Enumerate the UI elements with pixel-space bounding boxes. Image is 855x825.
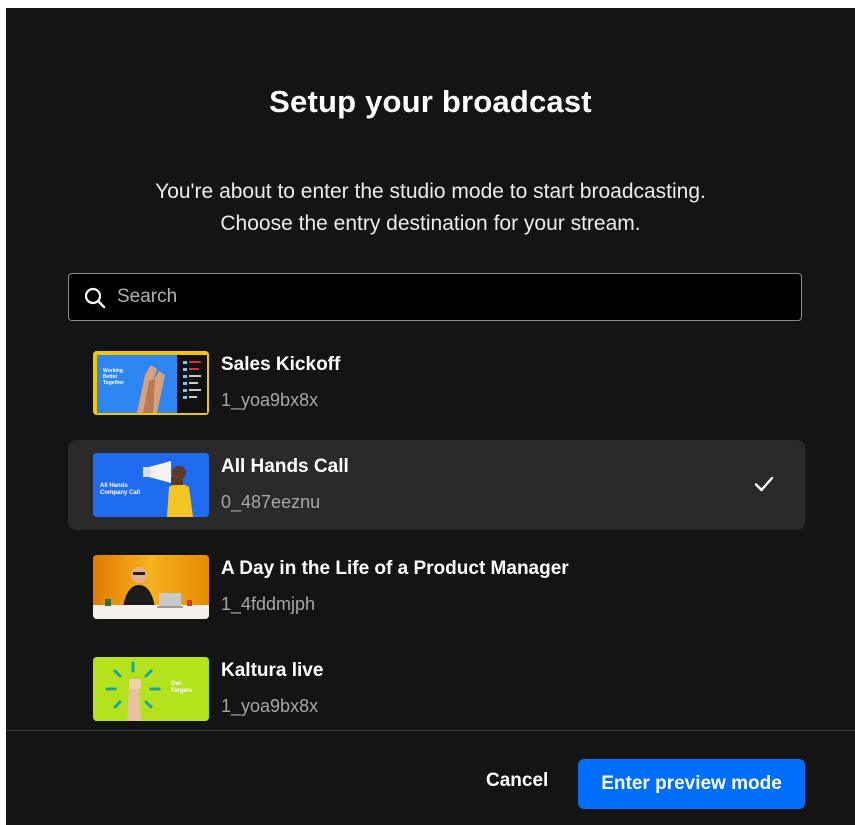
sales-kickoff-thumbnail-caption: Working Better Together [103, 368, 125, 386]
entry-thumbnail [93, 555, 209, 619]
subtitle-line-1: You're about to enter the studio mode to… [155, 180, 706, 203]
setup-broadcast-dialog: Setup your broadcast You're about to ent… [6, 8, 855, 825]
search-box[interactable] [68, 273, 802, 321]
entry-item-day-in-the-life[interactable]: A Day in the Life of a Product Manager 1… [68, 542, 805, 632]
entry-list[interactable]: Working Better Together Sales Kickoff 1_… [68, 338, 805, 730]
all-hands-caption-line-2: Company Call [100, 489, 141, 496]
search-icon [84, 287, 106, 309]
entry-id: 1_yoa9bx8x [221, 696, 319, 716]
entry-id: 1_4fddmjph [221, 594, 316, 614]
entry-thumbnail: Working Better Together [93, 351, 209, 415]
dialog-subtitle: You're about to enter the studio mode to… [6, 176, 855, 240]
entry-title: A Day in the Life of a Product Manager [221, 558, 569, 579]
dialog-title: Setup your broadcast [269, 84, 592, 119]
kaltura-live-thumbnail-caption: Our Targets [171, 681, 192, 695]
entry-title: All Hands Call [221, 456, 349, 477]
all-hands-thumbnail-caption: All Hands Company Call [100, 483, 140, 497]
cancel-button[interactable]: Cancel [468, 759, 566, 803]
entry-item-sales-kickoff[interactable]: Working Better Together Sales Kickoff 1_… [68, 338, 805, 428]
dialog-footer: Cancel Enter preview mode [6, 730, 855, 825]
kaltura-caption-line-1: Our [171, 681, 182, 687]
entry-title: Kaltura live [221, 660, 324, 681]
check-icon [754, 476, 774, 492]
subtitle-line-2: Choose the entry destination for your st… [220, 212, 641, 235]
entry-item-all-hands-call[interactable]: All Hands Company Call All Hands Call 0_… [68, 440, 805, 530]
entry-thumbnail: Our Targets [93, 657, 209, 721]
product-manager-thumbnail-image [93, 555, 209, 619]
all-hands-caption-line-1: All Hands [100, 483, 128, 489]
search-input[interactable] [117, 274, 787, 320]
entry-title: Sales Kickoff [221, 354, 341, 375]
entry-thumbnail: All Hands Company Call [93, 453, 209, 517]
entry-id: 1_yoa9bx8x [221, 390, 319, 410]
kaltura-caption-line-2: Targets [171, 687, 193, 694]
entry-id: 0_487eeznu [221, 492, 321, 512]
entry-item-kaltura-live[interactable]: Our Targets Kaltura live 1_yoa9bx8x [68, 644, 805, 730]
enter-preview-mode-button[interactable]: Enter preview mode [578, 759, 805, 809]
